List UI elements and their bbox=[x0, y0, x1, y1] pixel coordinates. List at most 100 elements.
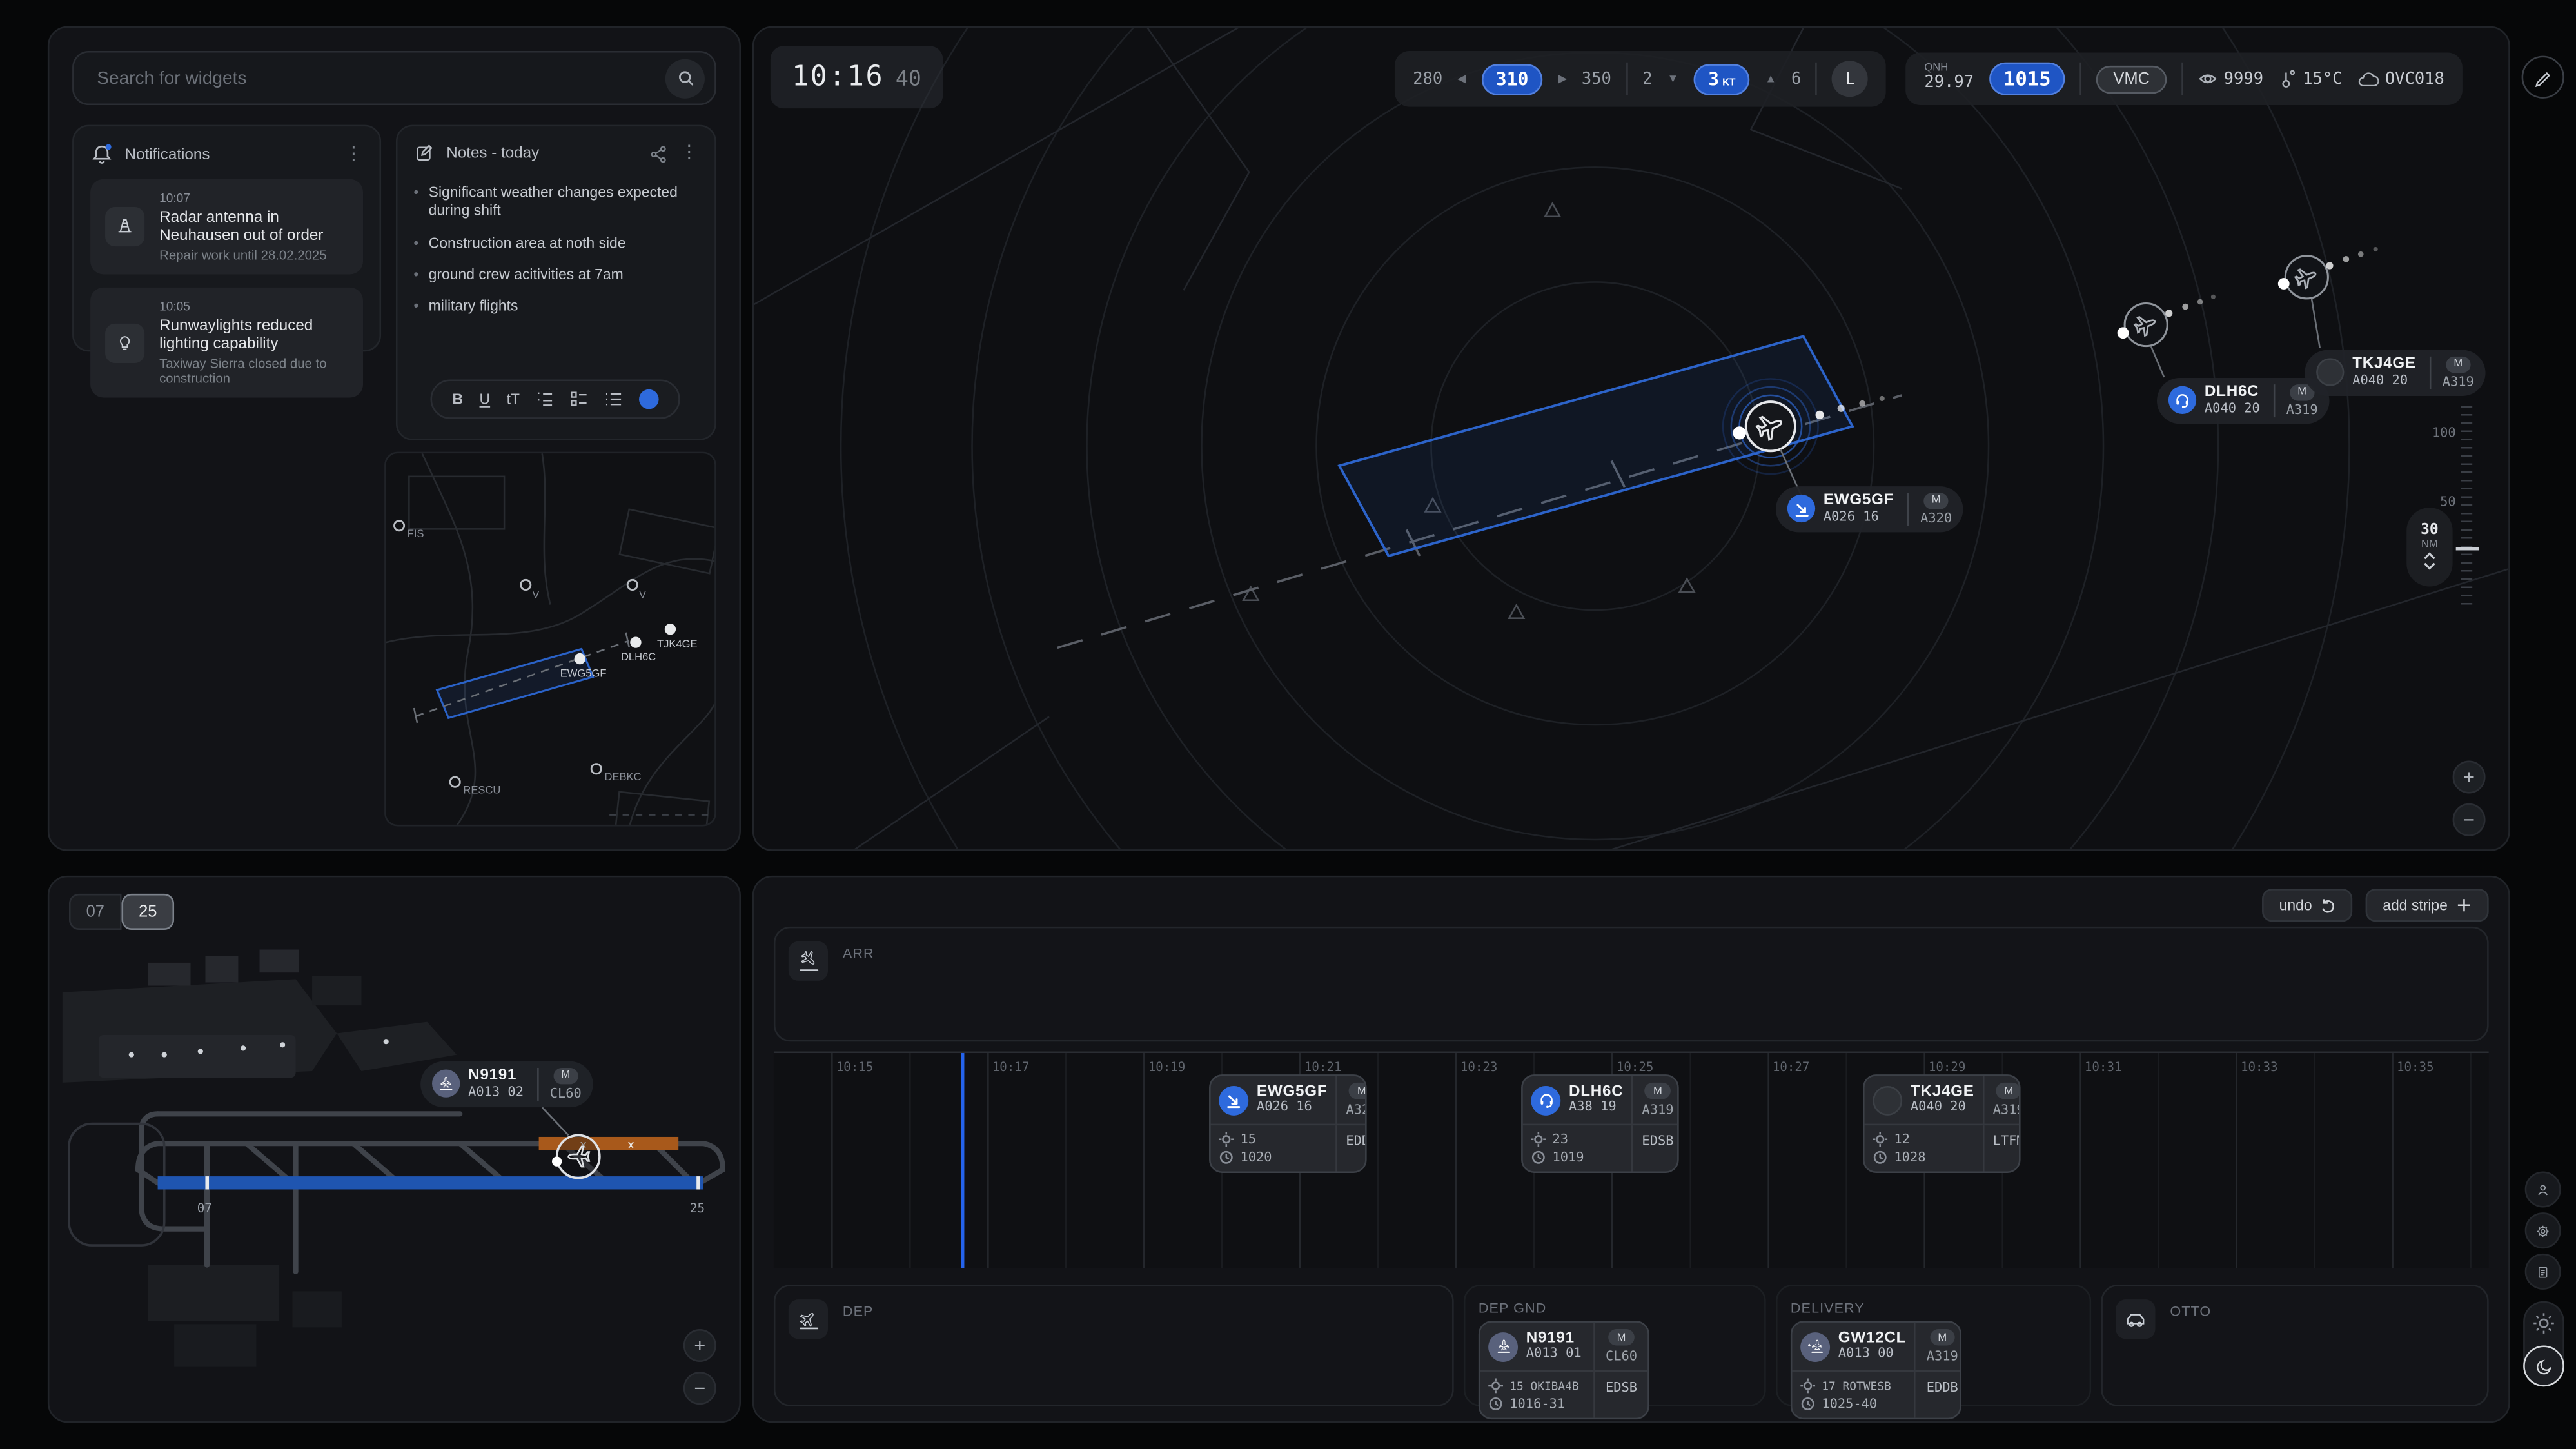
user-button[interactable] bbox=[2525, 1171, 2561, 1207]
dark-mode-button[interactable] bbox=[2523, 1346, 2564, 1387]
aircraft-label-dlh6c[interactable]: DLH6CA040 20 MA319 bbox=[2157, 378, 2329, 423]
minimap-traffic-label: TJK4GE bbox=[657, 638, 698, 650]
airport-map: x x 07 25 bbox=[49, 877, 741, 1423]
airport-zoom-out-button[interactable]: − bbox=[683, 1372, 716, 1405]
user-icon bbox=[2537, 1180, 2550, 1198]
bold-button[interactable]: B bbox=[453, 392, 464, 407]
arr-section[interactable]: ARR bbox=[774, 927, 2489, 1041]
notifications-title: Notifications bbox=[125, 145, 210, 163]
metar-group: QNH 29.97 1015 VMC 9999 15°C OVC018 bbox=[1906, 53, 2463, 106]
timeline-tick: 10:19 bbox=[1148, 1060, 1186, 1074]
plus-icon bbox=[2456, 897, 2472, 913]
note-bullet: military flights bbox=[429, 297, 518, 316]
share-icon[interactable] bbox=[649, 144, 669, 164]
flight-strip-tkj4ge[interactable]: TKJ4GEA040 20 MA319 12 1028 LTFM bbox=[1863, 1074, 2021, 1173]
radar-panel[interactable]: 10:16 40 280 ◀ 310 ▶ 350 2 ▼ 3KT ▲ 6 L bbox=[752, 26, 2510, 851]
chevron-down-icon bbox=[2423, 562, 2436, 571]
range-selector[interactable]: 30 NM bbox=[2406, 508, 2452, 586]
notes-menu-button[interactable]: ⋮ bbox=[680, 144, 698, 163]
log-button[interactable] bbox=[2525, 1254, 2561, 1290]
edit-layout-button[interactable] bbox=[2522, 56, 2564, 99]
notification-item[interactable]: 10:05 Runwaylights reduced lighting capa… bbox=[90, 288, 362, 398]
radar-zoom-out-button[interactable]: − bbox=[2453, 803, 2486, 836]
arrival-icon bbox=[1219, 1085, 1248, 1115]
minimap-widget[interactable]: FIS V V RESCU DEBKC TJK4GE DLH6C EWG5GF bbox=[384, 452, 716, 827]
dep-section[interactable]: DEP bbox=[774, 1285, 1454, 1406]
clock-icon bbox=[1873, 1150, 1887, 1165]
ceiling-item: OVC018 bbox=[2357, 70, 2444, 88]
pencil-icon bbox=[2533, 67, 2553, 87]
notification-item[interactable]: 10:07 Radar antenna in Neuhausen out of … bbox=[90, 179, 362, 275]
wind-dir-value[interactable]: 310 bbox=[1481, 63, 1543, 94]
flight-strip-ewg5gf[interactable]: EWG5GFA026 16 MA320 15 1020 EDDF bbox=[1209, 1074, 1367, 1173]
notification-subtitle: Taxiway Sierra closed due to constructio… bbox=[159, 357, 348, 386]
vehicle-icon bbox=[2116, 1299, 2155, 1339]
notification-time: 10:05 bbox=[159, 299, 348, 314]
timeline-tick: 10:29 bbox=[1929, 1060, 1966, 1074]
clock-icon bbox=[1800, 1396, 1815, 1411]
minimap-traffic-dot bbox=[630, 636, 641, 647]
runway-toggle: 07 25 bbox=[69, 894, 174, 930]
threshold-07-label: 07 bbox=[197, 1201, 212, 1216]
flight-strip-n9191[interactable]: N9191A013 01 MCL60 15 OKIBA4B 1016-31 ED… bbox=[1479, 1321, 1649, 1419]
cloud-icon bbox=[2357, 70, 2379, 88]
headset-icon bbox=[2168, 386, 2196, 414]
airport-zoom-in-button[interactable]: + bbox=[683, 1329, 716, 1362]
minimap-fix bbox=[591, 764, 601, 774]
minimap-fix-label: DEBKC bbox=[605, 771, 642, 783]
otto-label: OTTO bbox=[2170, 1303, 2211, 1319]
radar-zoom-in-button[interactable]: + bbox=[2453, 761, 2486, 794]
waypoint-icon bbox=[1873, 1132, 1887, 1147]
settings-button[interactable] bbox=[2525, 1212, 2561, 1248]
arrow-up-icon: ▲ bbox=[1765, 73, 1776, 84]
qnh-hpa[interactable]: 1015 bbox=[1989, 63, 2065, 95]
notes-title: Notes - today bbox=[446, 144, 539, 163]
light-mode-button[interactable] bbox=[2532, 1311, 2556, 1336]
flight-rules-badge[interactable]: VMC bbox=[2097, 65, 2167, 93]
aircraft-label-n9191[interactable]: N9191A013 02 MCL60 bbox=[420, 1061, 593, 1107]
delivery-label: DELIVERY bbox=[1791, 1299, 1865, 1316]
minimap-fix bbox=[394, 521, 404, 531]
minimap-fix bbox=[521, 580, 531, 589]
dep-gnd-section[interactable]: DEP GND N9191A013 01 MCL60 15 OKIBA4B 10… bbox=[1464, 1285, 1766, 1406]
search-button[interactable] bbox=[665, 58, 705, 97]
right-sidebar bbox=[2510, 0, 2576, 1449]
search-bar bbox=[72, 51, 716, 105]
waypoint-icon bbox=[1800, 1378, 1815, 1393]
delivery-section[interactable]: DELIVERY GW12CLA013 00 MA319 17 ROTWESB … bbox=[1776, 1285, 2091, 1406]
aircraft-label-ewg5gf[interactable]: EWG5GFA026 16 MA320 bbox=[1776, 486, 1963, 531]
airport-panel[interactable]: 07 25 bbox=[48, 876, 741, 1423]
underline-button[interactable]: U bbox=[480, 392, 491, 407]
temperature-item: 15°C bbox=[2278, 69, 2343, 89]
checklist-button[interactable] bbox=[571, 391, 589, 407]
minimap-fix-label: RESCU bbox=[463, 784, 500, 796]
otto-section[interactable]: OTTO bbox=[2101, 1285, 2488, 1406]
timeline-tick: 10:17 bbox=[992, 1060, 1030, 1074]
strip-timeline[interactable]: 10:15 10:17 10:19 10:21 10:23 10:25 10:2… bbox=[774, 1051, 2489, 1268]
light-indicator[interactable]: L bbox=[1833, 61, 1869, 97]
waypoint-icon bbox=[1488, 1378, 1503, 1393]
add-stripe-button[interactable]: add stripe bbox=[2366, 889, 2489, 922]
notification-time: 10:07 bbox=[159, 191, 348, 206]
notification-subtitle: Repair work until 28.02.2025 bbox=[159, 248, 348, 263]
runway-option-07[interactable]: 07 bbox=[69, 894, 122, 930]
numbered-list-button[interactable] bbox=[536, 391, 554, 407]
bullet-list-button[interactable] bbox=[605, 391, 623, 407]
widgets-panel: Notifications ⋮ 10:07 Radar antenna in N… bbox=[48, 26, 741, 851]
wind-group: 280 ◀ 310 ▶ 350 2 ▼ 3KT ▲ 6 L bbox=[1395, 51, 1887, 107]
notifications-menu-button[interactable]: ⋮ bbox=[344, 145, 362, 163]
flight-strip-gw12cl[interactable]: GW12CLA013 00 MA319 17 ROTWESB 1025-40 E… bbox=[1791, 1321, 1961, 1419]
timeline-tick: 10:23 bbox=[1460, 1060, 1498, 1074]
minimap-traffic-dot bbox=[575, 653, 585, 664]
range-tick-50: 50 bbox=[2440, 495, 2456, 509]
undo-button[interactable]: undo bbox=[2263, 889, 2353, 922]
note-color-button[interactable] bbox=[640, 389, 660, 409]
arrival-plane-icon bbox=[789, 941, 828, 981]
textsize-button[interactable]: tT bbox=[507, 392, 520, 407]
search-input[interactable] bbox=[93, 66, 665, 90]
arrival-icon bbox=[1787, 495, 1815, 522]
flight-strip-dlh6c[interactable]: DLH6CA38 19 MA319 23 1019 EDSB bbox=[1521, 1074, 1679, 1173]
aircraft-label-tkj4ge[interactable]: TKJ4GEA040 20 MA319 bbox=[2305, 350, 2485, 395]
wind-spd-value[interactable]: 3KT bbox=[1693, 63, 1750, 94]
runway-option-25[interactable]: 25 bbox=[122, 894, 175, 930]
